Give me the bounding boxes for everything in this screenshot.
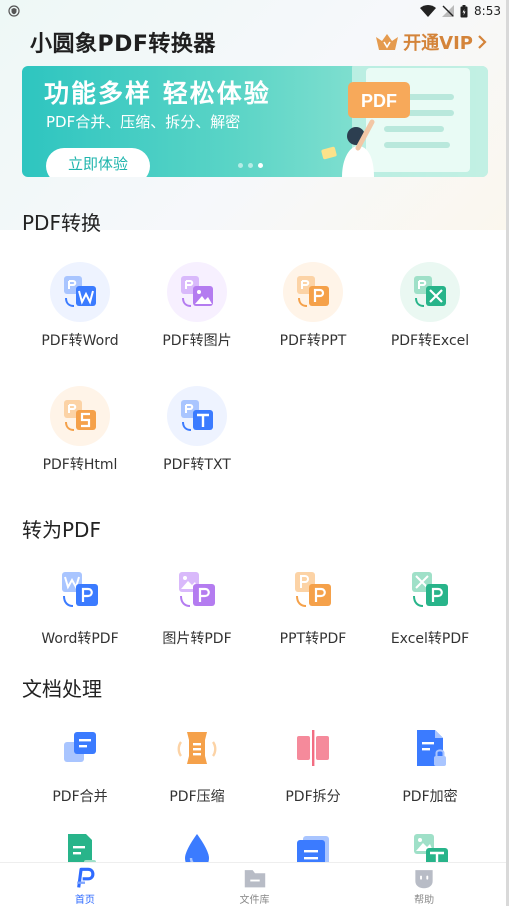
tool-label: PDF转图片	[162, 333, 232, 349]
nav-file-library[interactable]: 文件库	[170, 863, 340, 906]
encrypt-lock-icon	[400, 718, 460, 778]
try-now-button[interactable]: 立即体验	[46, 148, 150, 177]
tool-pdf-to-ppt[interactable]: PDF转PPT	[255, 262, 371, 350]
pdf-to-ppt-icon	[283, 262, 343, 322]
shield-notification-icon	[8, 5, 20, 17]
tool-pdf-to-word[interactable]: PDF转Word	[22, 262, 138, 350]
nav-label: 首页	[74, 895, 95, 906]
banner-title: 功能多样 轻松体验	[44, 79, 271, 108]
tool-pdf-to-html[interactable]: PDF转Html	[22, 386, 138, 474]
tool-label: PDF压缩	[169, 789, 225, 805]
compress-icon	[167, 718, 227, 778]
crown-icon	[376, 34, 399, 50]
section-title-pdf-convert: PDF转换	[22, 211, 101, 235]
app-header: 小圆象PDF转换器 开通VIP	[0, 22, 509, 62]
bottom-nav: 首页 文件库 帮助	[0, 862, 509, 906]
no-signal-icon	[442, 5, 455, 17]
nav-help[interactable]: 帮助	[339, 863, 509, 906]
tool-word-to-pdf[interactable]: Word转PDF	[22, 560, 138, 648]
tool-label: PPT转PDF	[279, 631, 347, 647]
pager-dot[interactable]	[248, 163, 253, 168]
tool-label: PDF转TXT	[163, 457, 231, 473]
nav-label: 帮助	[414, 895, 435, 906]
pdf-to-image-icon	[167, 262, 227, 322]
pdf-to-html-icon	[50, 386, 110, 446]
tool-label: PDF合并	[52, 789, 108, 805]
pager-dot[interactable]	[238, 163, 243, 168]
tool-image-to-pdf[interactable]: 图片转PDF	[139, 560, 255, 648]
tool-pdf-encrypt[interactable]: PDF加密	[372, 718, 488, 806]
tool-label: Excel转PDF	[390, 631, 470, 647]
tool-pdf-merge[interactable]: PDF合并	[22, 718, 138, 806]
nav-label: 文件库	[239, 895, 270, 906]
split-icon	[283, 718, 343, 778]
tool-pdf-to-image[interactable]: PDF转图片	[139, 262, 255, 350]
merge-icon	[50, 718, 110, 778]
vip-label: 开通VIP	[403, 33, 473, 54]
section-title-doc-process: 文档处理	[22, 677, 102, 701]
vip-button[interactable]: 开通VIP	[375, 29, 487, 55]
status-time: 8:53	[474, 4, 501, 18]
pdf-to-excel-icon	[400, 262, 460, 322]
tool-pdf-split[interactable]: PDF拆分	[255, 718, 371, 806]
tool-label: PDF转Html	[42, 457, 118, 473]
tool-pdf-compress[interactable]: PDF压缩	[139, 718, 255, 806]
wifi-icon	[420, 5, 437, 17]
ppt-to-pdf-icon	[283, 560, 343, 620]
tool-label: Word转PDF	[41, 631, 119, 647]
tool-label: PDF拆分	[285, 789, 341, 805]
folder-icon	[244, 870, 265, 888]
banner-illustration: PDF	[321, 66, 488, 177]
status-bar: 8:53	[0, 0, 509, 22]
tool-label: PDF转Word	[41, 333, 119, 349]
tool-label: PDF加密	[402, 789, 458, 805]
image-to-pdf-icon	[167, 560, 227, 620]
banner-pager	[238, 163, 263, 168]
pdf-to-word-icon	[50, 262, 110, 322]
nav-home[interactable]: 首页	[0, 863, 170, 906]
help-face-icon	[415, 870, 433, 889]
tool-pdf-to-excel[interactable]: PDF转Excel	[372, 262, 488, 350]
tool-label: PDF转Excel	[390, 333, 470, 349]
excel-to-pdf-icon	[400, 560, 460, 620]
pdf-to-txt-icon	[167, 386, 227, 446]
chevron-right-icon	[478, 35, 487, 49]
banner-subtitle: PDF合并、压缩、拆分、解密	[46, 113, 241, 131]
section-title-to-pdf: 转为PDF	[22, 518, 101, 542]
tool-ppt-to-pdf[interactable]: PPT转PDF	[255, 560, 371, 648]
app-title: 小圆象PDF转换器	[30, 32, 216, 57]
tool-excel-to-pdf[interactable]: Excel转PDF	[372, 560, 488, 648]
tool-label: 图片转PDF	[162, 631, 232, 647]
home-p-icon	[76, 867, 95, 888]
banner-art-label: PDF	[361, 91, 397, 111]
word-to-pdf-icon	[50, 560, 110, 620]
pager-dot-active[interactable]	[258, 163, 263, 168]
battery-icon	[460, 4, 468, 17]
promo-banner[interactable]: PDF 功能多样 轻松体验 PDF合并、压缩、拆分、解密 立即体验	[22, 66, 488, 177]
tool-label: PDF转PPT	[279, 333, 347, 349]
tool-pdf-to-txt[interactable]: PDF转TXT	[139, 386, 255, 474]
